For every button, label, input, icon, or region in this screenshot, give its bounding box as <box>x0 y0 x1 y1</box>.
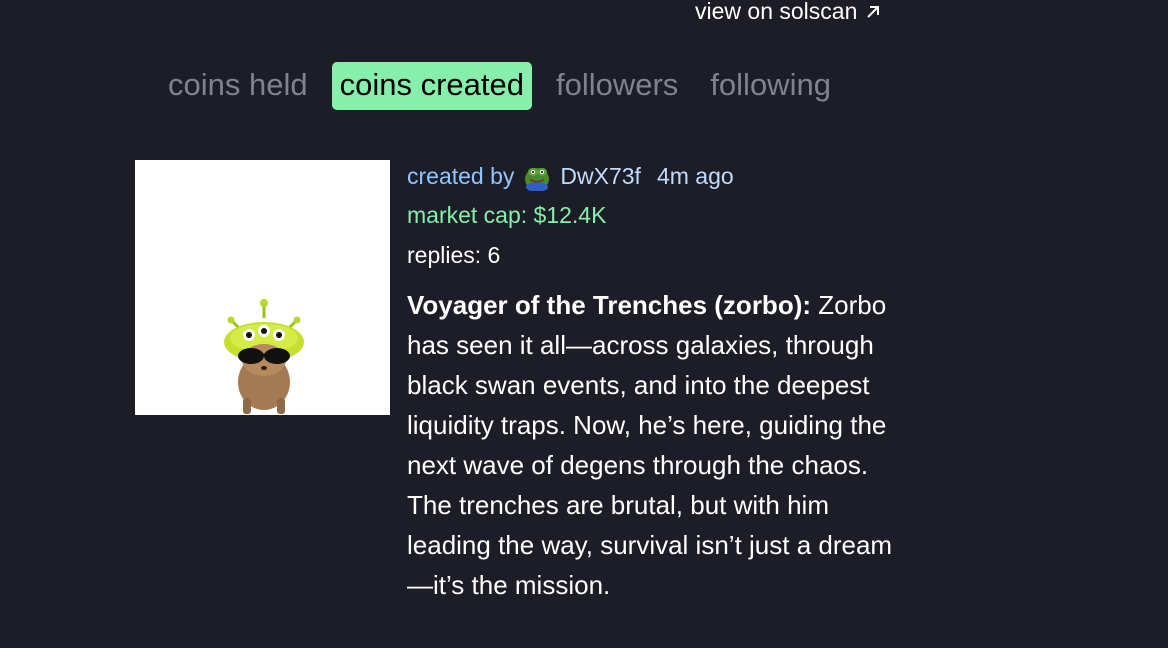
market-cap: market cap: $12.4K <box>407 202 607 228</box>
pepe-avatar-icon <box>525 168 550 191</box>
replies-count: replies: 6 <box>407 242 501 268</box>
alien-dog-image <box>224 299 304 414</box>
arrow-up-right-icon <box>867 5 880 18</box>
coin-info: created by DwX73f 4m ago market cap: $12… <box>407 160 907 605</box>
profile-tabs: coins held coins created followers follo… <box>160 62 839 110</box>
profile-page: view on solscan coins held coins created… <box>0 0 1168 648</box>
created-time: 4m ago <box>656 163 734 189</box>
created-by-label: created by <box>407 163 515 189</box>
coin-name: Voyager of the Trenches (zorbo): <box>407 290 812 320</box>
tab-coins-created[interactable]: coins created <box>331 62 532 110</box>
solscan-label: view on solscan <box>695 0 858 24</box>
created-by-row: created by DwX73f 4m ago <box>407 161 907 191</box>
view-on-solscan-link[interactable]: view on solscan <box>695 0 881 25</box>
coin-description: Voyager of the Trenches (zorbo): Zorbo h… <box>407 285 907 605</box>
tab-followers[interactable]: followers <box>548 62 686 110</box>
coin-description-text: Zorbo has seen it all—across galaxies, t… <box>407 290 893 600</box>
coin-card[interactable]: created by DwX73f 4m ago market cap: $12… <box>135 160 907 605</box>
creator-username-link[interactable]: DwX73f <box>560 162 641 190</box>
coin-image[interactable] <box>135 160 390 415</box>
tab-coins-held[interactable]: coins held <box>160 62 316 110</box>
tab-following[interactable]: following <box>702 62 839 110</box>
